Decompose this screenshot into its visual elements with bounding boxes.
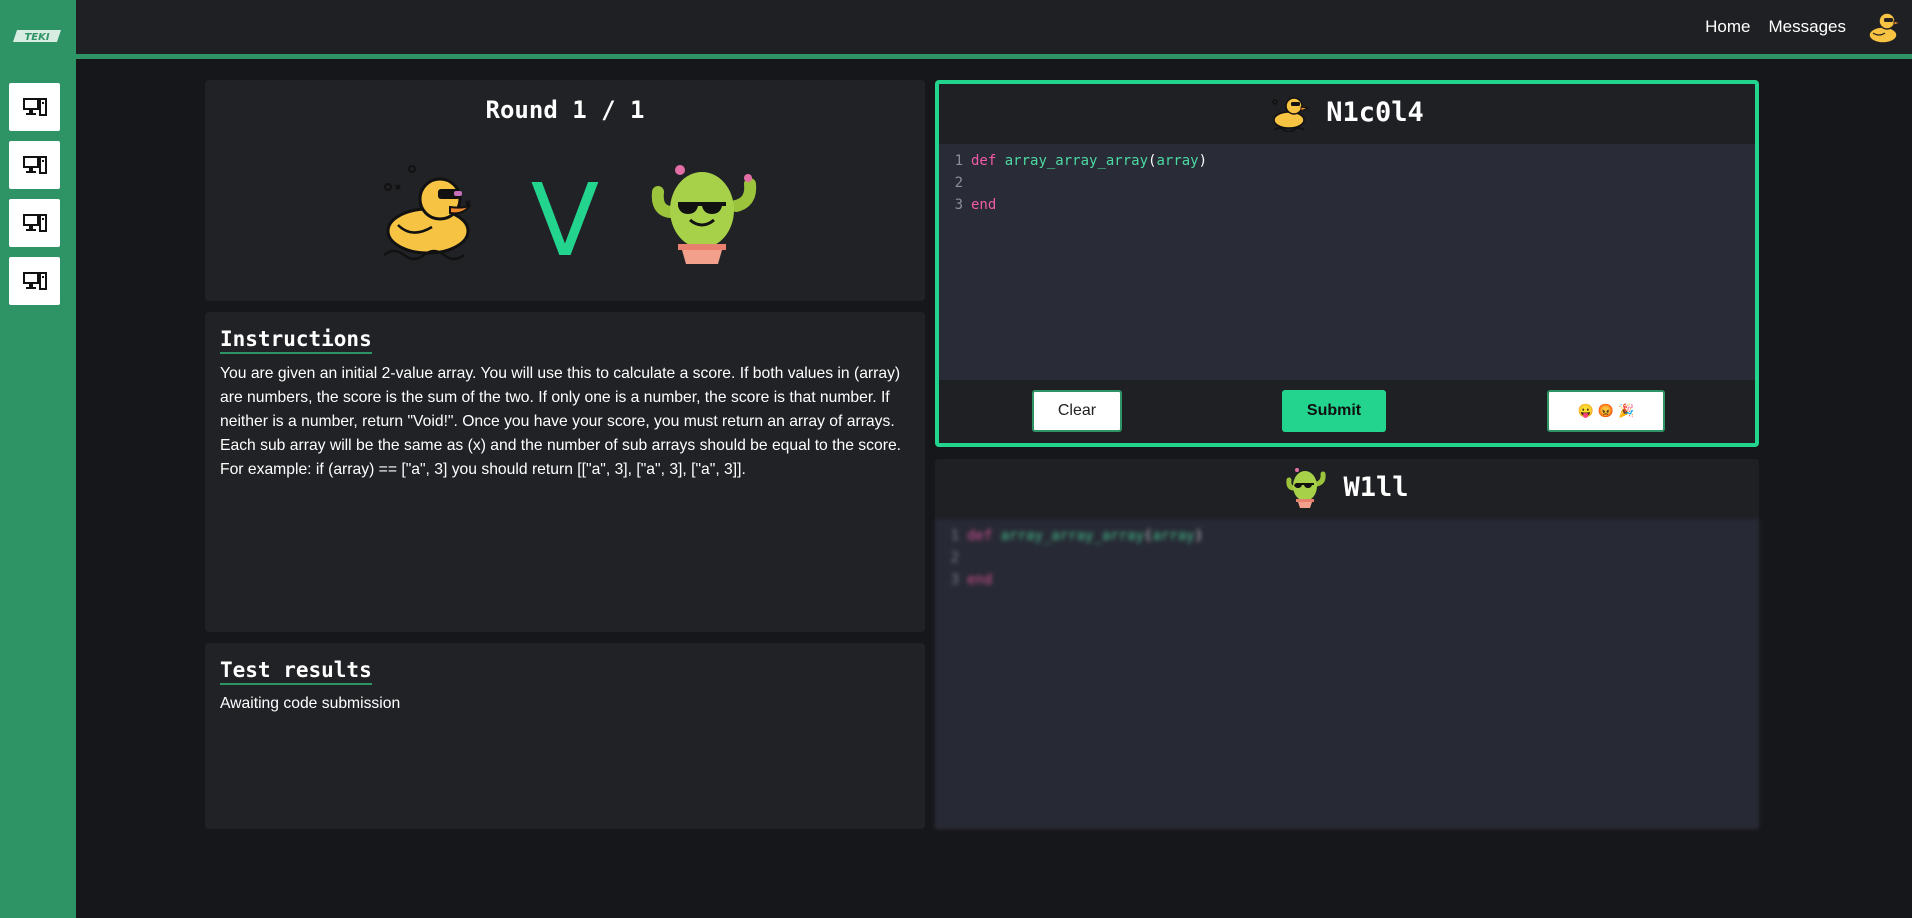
code-punctuation: ): [1194, 528, 1204, 544]
sidebar-item-computer-2[interactable]: [9, 141, 60, 189]
computer-icon: [22, 156, 47, 174]
player1-code-editor[interactable]: 1 def array_array_array(array) 2 3 end: [939, 144, 1755, 380]
player2-code-editor-obscured: 1 def array_array_array(array) 2 3 end: [935, 519, 1759, 829]
code-parameter: array: [1156, 153, 1199, 169]
nav-home-link[interactable]: Home: [1705, 17, 1750, 37]
code-line: 1 def array_array_array(array): [935, 525, 1759, 547]
round-panel: Round 1 / 1 V: [205, 80, 925, 301]
sidebar-item-computer-3[interactable]: [9, 199, 60, 247]
code-function-name: array_array_array: [1000, 528, 1145, 544]
test-results-status: Awaiting code submission: [220, 695, 401, 712]
line-number: 3: [954, 197, 963, 213]
code-line: 3 end: [935, 569, 1759, 591]
player1-header: N1c0l4: [939, 82, 1755, 142]
nav-links: Home Messages: [1705, 0, 1902, 54]
party-emoji-icon: 🎉: [1618, 403, 1635, 418]
code-function-name: array_array_array: [1004, 153, 1149, 169]
code-keyword: end: [971, 197, 997, 213]
clear-button[interactable]: Clear: [1032, 390, 1122, 432]
test-results-title: Test results: [220, 658, 372, 685]
tongue-emoji-icon: 😛: [1577, 403, 1594, 418]
code-parameter: array: [1152, 528, 1195, 544]
logo-icon: TEKI: [13, 30, 61, 43]
code-punctuation: (: [1148, 153, 1157, 169]
top-navbar: Home Messages: [76, 0, 1912, 59]
line-number: 1: [950, 528, 959, 544]
player2-name: W1ll: [1343, 471, 1409, 503]
duck-avatar-icon: [1868, 12, 1901, 44]
sidebar-item-computer-1[interactable]: [9, 83, 60, 131]
player2-header: W1ll: [935, 457, 1759, 517]
code-keyword: def: [971, 153, 997, 169]
test-results-panel: Test results Awaiting code submission: [205, 643, 925, 829]
line-number: 1: [954, 153, 963, 169]
svg-text:TEKI: TEKI: [24, 32, 49, 43]
code-line: 1 def array_array_array(array): [939, 150, 1755, 172]
round-title: Round 1 / 1: [485, 96, 645, 124]
line-number: 3: [950, 572, 959, 588]
code-punctuation: (: [1144, 528, 1153, 544]
submit-button[interactable]: Submit: [1282, 390, 1386, 432]
player1-editor-panel: N1c0l4 1 def array_array_array(array) 2 …: [935, 80, 1759, 447]
code-punctuation: ): [1198, 153, 1208, 169]
code-line: 2: [935, 547, 1759, 569]
line-number: 2: [950, 550, 959, 566]
angry-emoji-icon: 😡: [1597, 403, 1615, 418]
code-keyword: end: [967, 572, 993, 588]
code-line: 2: [939, 172, 1755, 194]
player1-name: N1c0l4: [1326, 96, 1424, 128]
computer-icon: [22, 272, 47, 290]
reactions-button[interactable]: 😛 😡 🎉: [1547, 390, 1665, 432]
app-logo[interactable]: TEKI: [10, 28, 66, 44]
computer-icon: [22, 98, 47, 116]
instructions-panel: Instructions You are given an initial 2-…: [205, 312, 925, 632]
versus-letter: V: [530, 162, 600, 279]
player2-editor-panel: W1ll 1 def array_array_array(array) 2 3 …: [935, 459, 1759, 829]
instructions-title: Instructions: [220, 327, 372, 354]
instructions-text: You are given an initial 2-value array. …: [220, 365, 902, 478]
nav-messages-link[interactable]: Messages: [1769, 17, 1846, 37]
sidebar-item-computer-4[interactable]: [9, 257, 60, 305]
line-number: 2: [954, 175, 963, 191]
sidebar: TEKI: [0, 0, 76, 918]
cactus-sunglasses-icon: [650, 160, 760, 270]
cactus-avatar-icon: [1286, 468, 1327, 508]
duck-avatar-icon: [1272, 97, 1311, 132]
user-avatar[interactable]: [1864, 8, 1902, 46]
code-line: 3 end: [939, 194, 1755, 216]
code-keyword: def: [967, 528, 993, 544]
computer-icon: [22, 214, 47, 232]
